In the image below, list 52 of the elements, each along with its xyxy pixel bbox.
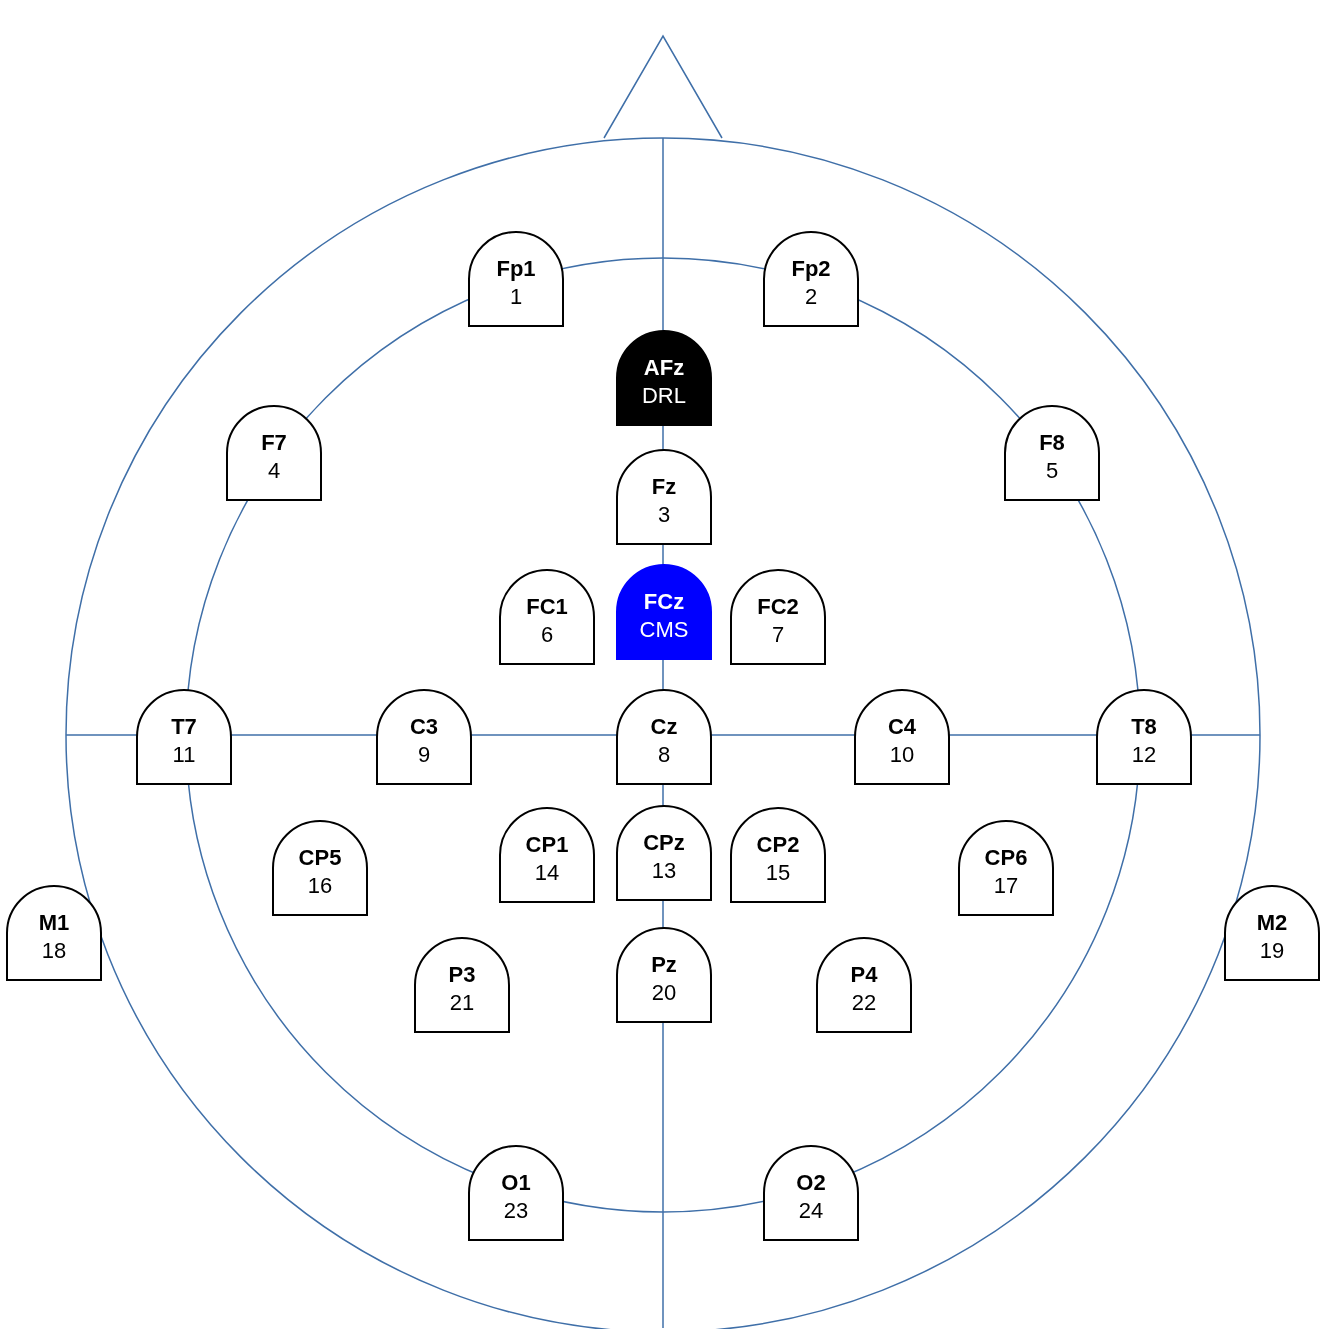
electrode-number: 10 bbox=[889, 741, 915, 769]
electrode-name: Fp2 bbox=[791, 255, 831, 283]
electrode-number: 8 bbox=[657, 741, 671, 769]
electrode-name: T8 bbox=[1131, 713, 1157, 741]
electrode-number: 24 bbox=[798, 1197, 824, 1225]
electrode-number: 15 bbox=[765, 859, 791, 887]
electrode-name: C3 bbox=[409, 713, 439, 741]
electrode-number: 9 bbox=[417, 741, 431, 769]
electrode-name: Fz bbox=[651, 473, 677, 501]
electrode-number: 4 bbox=[267, 457, 281, 485]
electrode-name: P3 bbox=[448, 961, 476, 989]
electrode-name: O1 bbox=[501, 1169, 531, 1197]
electrode-name: P4 bbox=[850, 961, 878, 989]
electrode-name: FC2 bbox=[757, 593, 799, 621]
electrode-number: 7 bbox=[771, 621, 785, 649]
electrode-name: O2 bbox=[796, 1169, 826, 1197]
electrode-number: 17 bbox=[993, 872, 1019, 900]
electrode-name: F8 bbox=[1039, 429, 1065, 457]
electrode-name: Fp1 bbox=[496, 255, 536, 283]
electrode-name: AFz bbox=[643, 354, 685, 382]
electrode-name: Cz bbox=[650, 713, 678, 741]
electrode-number: 13 bbox=[651, 857, 677, 885]
electrode-number: 14 bbox=[534, 859, 560, 887]
electrode-number: 11 bbox=[172, 741, 196, 769]
electrode-number: 5 bbox=[1045, 457, 1059, 485]
electrode-number: 20 bbox=[651, 979, 677, 1007]
electrode-name: CP1 bbox=[525, 831, 569, 859]
electrode-number: 3 bbox=[657, 501, 671, 529]
electrode-name: M2 bbox=[1256, 909, 1288, 937]
electrode-number: 6 bbox=[540, 621, 554, 649]
electrode-number: 18 bbox=[41, 937, 67, 965]
electrode-name: CPz bbox=[643, 829, 685, 857]
electrode-name: CP5 bbox=[298, 844, 342, 872]
electrode-name: CP2 bbox=[756, 831, 800, 859]
electrode-name: M1 bbox=[38, 909, 70, 937]
electrode-number: 1 bbox=[509, 283, 523, 311]
electrode-name: FCz bbox=[643, 588, 685, 616]
electrode-name: FC1 bbox=[526, 593, 568, 621]
electrode-name: Pz bbox=[651, 951, 677, 979]
electrode-number: 2 bbox=[804, 283, 818, 311]
electrode-name: C4 bbox=[887, 713, 917, 741]
electrode-number: 16 bbox=[307, 872, 333, 900]
electrode-number: 21 bbox=[449, 989, 475, 1017]
electrode-name: F7 bbox=[261, 429, 287, 457]
electrode-number: 12 bbox=[1131, 741, 1157, 769]
electrode-number: DRL bbox=[642, 382, 686, 410]
electrode-number: 19 bbox=[1259, 937, 1285, 965]
electrode-name: T7 bbox=[171, 713, 197, 741]
electrode-number: 22 bbox=[851, 989, 877, 1017]
electrode-name: CP6 bbox=[984, 844, 1028, 872]
electrode-number: 23 bbox=[503, 1197, 529, 1225]
electrode-number: CMS bbox=[639, 616, 689, 644]
